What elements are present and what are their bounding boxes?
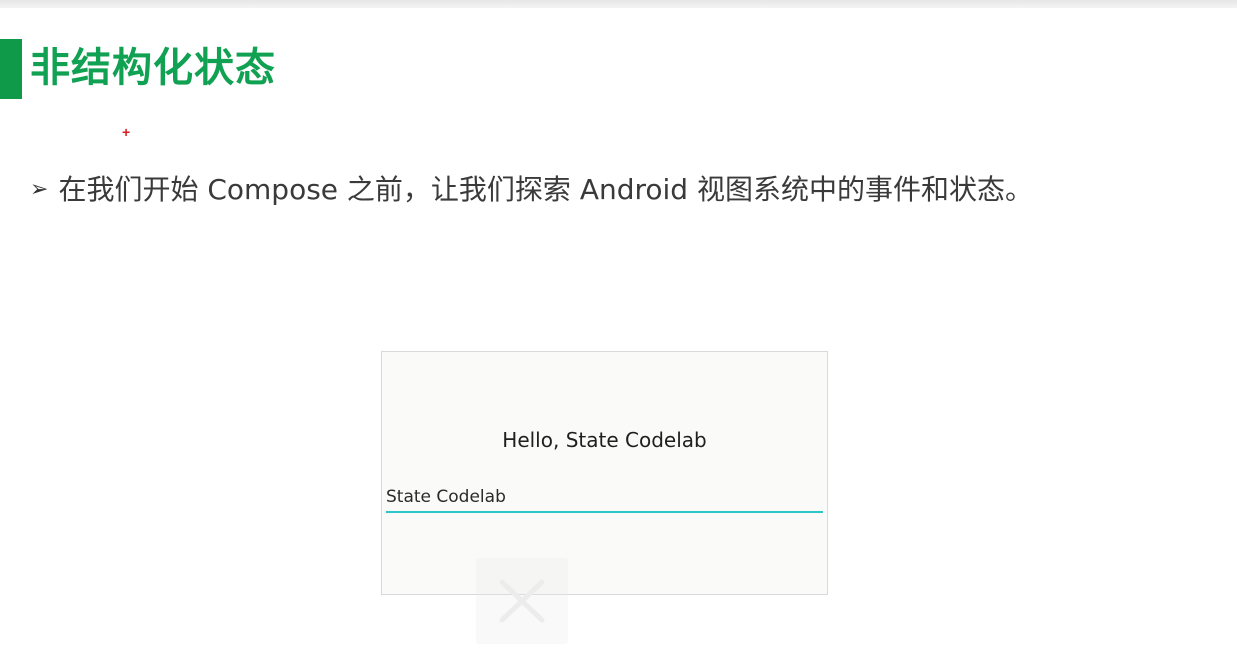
- cursor-marker: +: [122, 124, 131, 140]
- app-preview-screen: Hello, State Codelab: [381, 351, 828, 595]
- greeting-text: Hello, State Codelab: [502, 428, 707, 452]
- name-input[interactable]: [386, 483, 823, 513]
- slide-title: 非结构化状态: [30, 45, 276, 91]
- close-icon: [499, 579, 545, 623]
- top-strip: [0, 0, 1237, 8]
- close-button[interactable]: [476, 558, 568, 644]
- arrowhead-bullet-icon: ➢: [30, 177, 49, 202]
- title-accent-bar: [0, 39, 22, 99]
- bullet-text: 在我们开始 Compose 之前，让我们探索 Android 视图系统中的事件和…: [58, 173, 1033, 206]
- bullet-row: ➢ 在我们开始 Compose 之前，让我们探索 Android 视图系统中的事…: [30, 170, 1033, 210]
